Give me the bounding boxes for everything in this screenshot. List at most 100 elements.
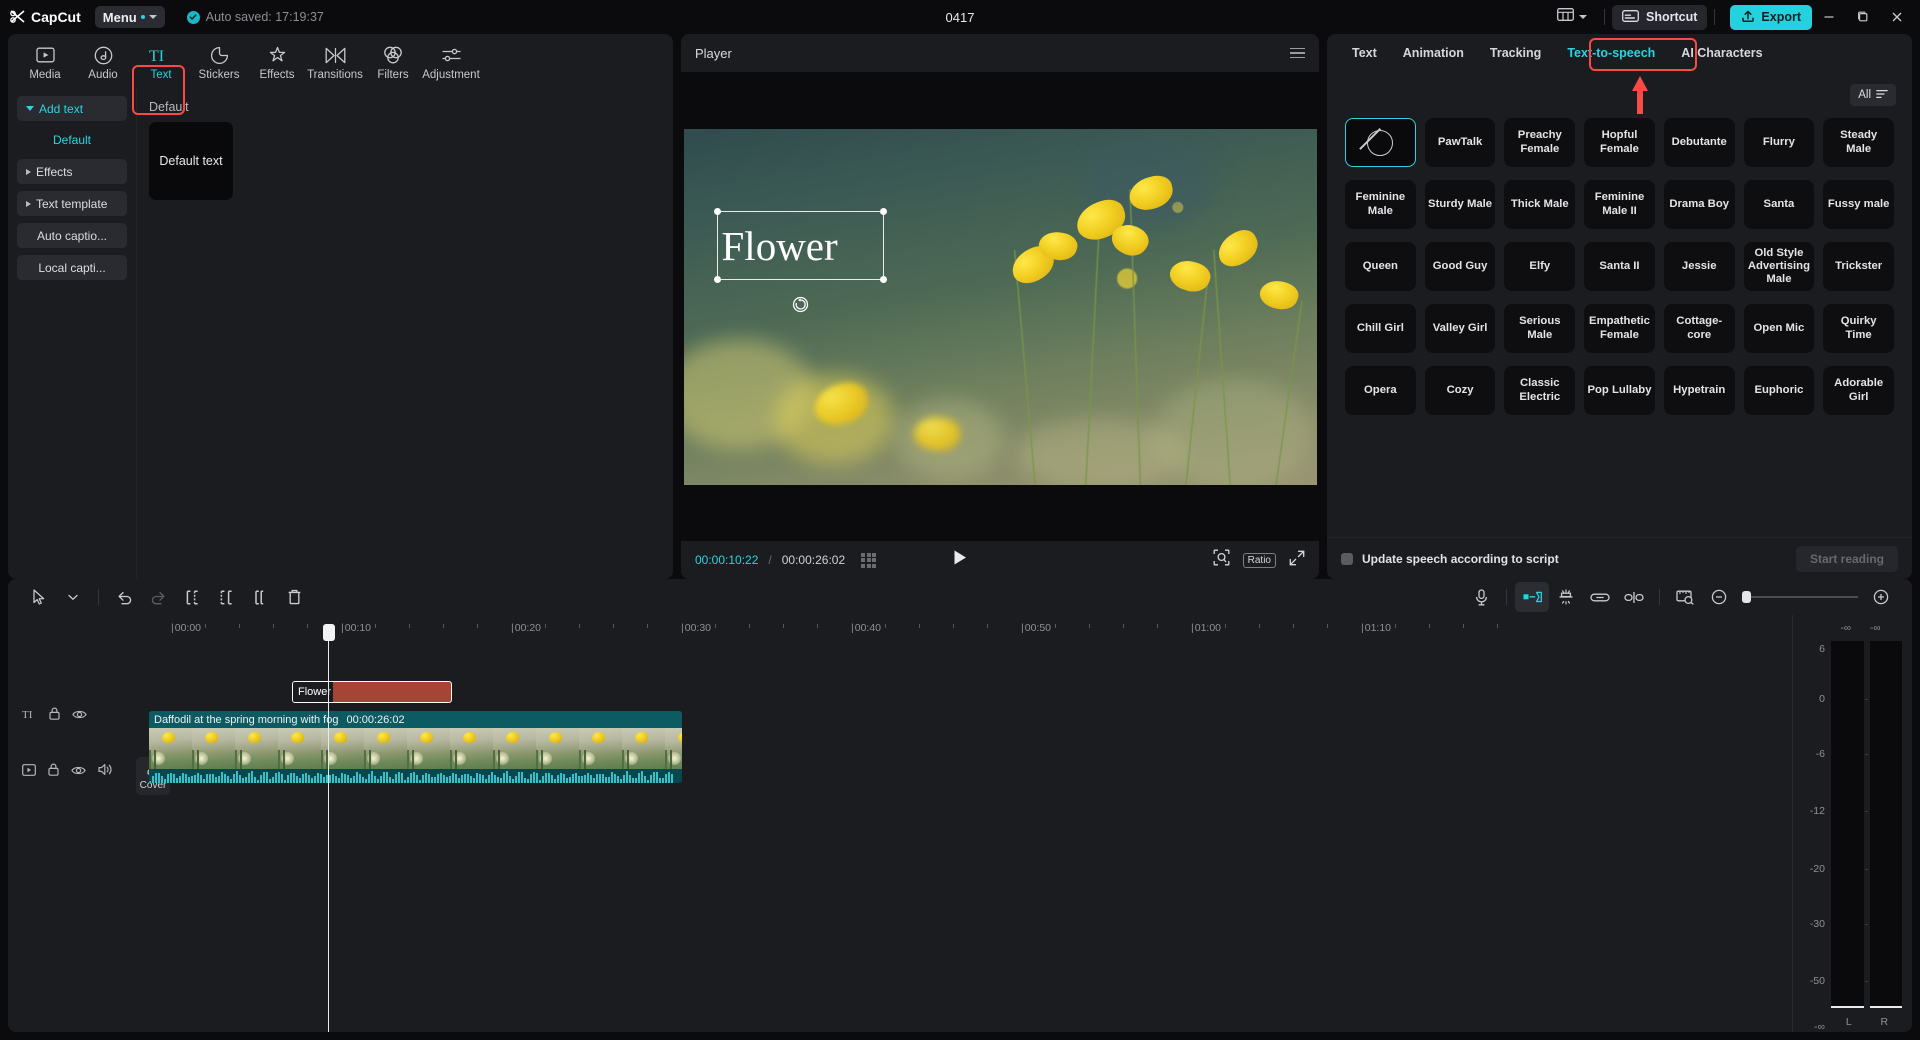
timeline-ruler[interactable]: 00:0000:1000:2000:3000:4000:5001:0001:10	[148, 615, 1792, 641]
grid-view-icon[interactable]	[861, 553, 876, 568]
video-clip-daffodil[interactable]: Daffodil at the spring morning with fog …	[149, 711, 682, 783]
fullscreen-icon[interactable]	[1289, 550, 1305, 571]
voice-cell[interactable]: Pop Lullaby	[1584, 366, 1655, 415]
voice-cell[interactable]: Queen	[1345, 242, 1416, 291]
voice-cell[interactable]: Old Style Advertising Male	[1744, 242, 1815, 291]
export-button[interactable]: Export	[1730, 5, 1812, 30]
shortcut-button[interactable]: Shortcut	[1612, 5, 1707, 30]
voice-cell[interactable]: Sturdy Male	[1425, 180, 1496, 229]
play-button[interactable]	[952, 549, 968, 571]
link-icon[interactable]	[1583, 582, 1617, 612]
voice-cell[interactable]: Drama Boy	[1664, 180, 1735, 229]
tab-text-to-speech[interactable]: Text-to-speech	[1554, 34, 1668, 72]
voice-cell[interactable]: Preachy Female	[1504, 118, 1575, 167]
minimize-button[interactable]	[1812, 0, 1846, 34]
sidebar-item-default[interactable]: Default	[17, 128, 127, 152]
zoom-in-icon[interactable]	[1864, 582, 1898, 612]
voice-cell[interactable]: Empathetic Female	[1584, 304, 1655, 353]
voice-cell[interactable]: PawTalk	[1425, 118, 1496, 167]
all-filter-button[interactable]: All	[1850, 84, 1896, 106]
tab-ai-characters[interactable]: AI Characters	[1668, 34, 1775, 72]
lock-icon[interactable]	[49, 707, 60, 725]
lock-icon[interactable]	[48, 763, 59, 781]
tab-animation[interactable]: Animation	[1390, 34, 1477, 72]
snapshot-icon[interactable]	[1213, 549, 1230, 571]
select-tool-icon[interactable]	[22, 582, 56, 612]
tab-tracking[interactable]: Tracking	[1477, 34, 1554, 72]
voice-cell[interactable]: Flurry	[1744, 118, 1815, 167]
nav-tab-effects[interactable]: Effects	[248, 40, 306, 86]
resize-handle-tl[interactable]	[714, 208, 721, 215]
voice-cell[interactable]: Good Guy	[1425, 242, 1496, 291]
nav-tab-adjustment[interactable]: Adjustment	[422, 40, 480, 86]
layout-button[interactable]	[1547, 4, 1597, 30]
voice-cell-none[interactable]	[1345, 118, 1416, 167]
update-speech-checkbox[interactable]	[1341, 553, 1353, 565]
start-reading-button[interactable]: Start reading	[1796, 546, 1898, 572]
voice-cell[interactable]: Quirky Time	[1823, 304, 1894, 353]
eye-icon[interactable]	[72, 707, 87, 725]
voice-cell[interactable]: Santa	[1744, 180, 1815, 229]
nav-tab-audio[interactable]: Audio	[74, 40, 132, 86]
select-tool-chevron-icon[interactable]	[56, 582, 90, 612]
timeline-zoom-slider[interactable]	[1742, 596, 1858, 598]
hamburger-icon[interactable]	[1290, 48, 1305, 59]
sidebar-item-add-text[interactable]: Add text	[17, 96, 127, 121]
keyframe-icon[interactable]	[1515, 582, 1549, 612]
split-left-icon[interactable]	[175, 582, 209, 612]
voice-cell[interactable]: Hopful Female	[1584, 118, 1655, 167]
resize-handle-bl[interactable]	[714, 276, 721, 283]
resize-handle-br[interactable]	[880, 276, 887, 283]
nav-tab-transitions[interactable]: Transitions	[306, 40, 364, 86]
delete-icon[interactable]	[277, 582, 311, 612]
voice-cell[interactable]: Elfy	[1504, 242, 1575, 291]
unlink-icon[interactable]	[1617, 582, 1651, 612]
sidebar-item-auto-captions[interactable]: Auto captio...	[17, 223, 127, 248]
undo-icon[interactable]	[107, 582, 141, 612]
resize-handle-tr[interactable]	[880, 208, 887, 215]
rotate-handle-icon[interactable]	[792, 296, 809, 313]
voice-cell[interactable]: Chill Girl	[1345, 304, 1416, 353]
maximize-button[interactable]	[1846, 0, 1880, 34]
voice-cell[interactable]: Adorable Girl	[1823, 366, 1894, 415]
voice-cell[interactable]: Fussy male	[1823, 180, 1894, 229]
voice-cell[interactable]: Serious Male	[1504, 304, 1575, 353]
voice-cell[interactable]: Cozy	[1425, 366, 1496, 415]
eye-icon[interactable]	[71, 763, 86, 781]
voice-cell[interactable]: Jessie	[1664, 242, 1735, 291]
sidebar-item-text-template[interactable]: Text template	[17, 191, 127, 216]
microphone-icon[interactable]	[1464, 582, 1498, 612]
nav-tab-media[interactable]: Media	[16, 40, 74, 86]
voice-cell[interactable]: Feminine Male	[1345, 180, 1416, 229]
volume-icon[interactable]	[98, 763, 113, 781]
voice-cell[interactable]: Euphoric	[1744, 366, 1815, 415]
voice-cell[interactable]: Open Mic	[1744, 304, 1815, 353]
preview-ruler-icon[interactable]	[1668, 582, 1702, 612]
voice-cell[interactable]: Trickster	[1823, 242, 1894, 291]
text-selection-box[interactable]	[717, 211, 884, 280]
playhead[interactable]	[328, 641, 329, 1032]
voice-cell[interactable]: Steady Male	[1823, 118, 1894, 167]
mirror-icon[interactable]	[1549, 582, 1583, 612]
sidebar-item-local-captions[interactable]: Local capti...	[17, 255, 127, 280]
sidebar-item-effects[interactable]: Effects	[17, 159, 127, 184]
voice-cell[interactable]: Classic Electric	[1504, 366, 1575, 415]
timeline-scroll-area[interactable]: 00:0000:1000:2000:3000:4000:5001:0001:10…	[148, 615, 1792, 1032]
voice-cell[interactable]: Valley Girl	[1425, 304, 1496, 353]
text-clip-flower[interactable]: Flower	[292, 681, 452, 703]
nav-tab-stickers[interactable]: Stickers	[190, 40, 248, 86]
voice-cell[interactable]: Cottage-core	[1664, 304, 1735, 353]
redo-icon[interactable]	[141, 582, 175, 612]
video-preview[interactable]: Flower	[684, 129, 1317, 485]
menu-button[interactable]: Menu	[95, 6, 165, 28]
split-icon[interactable]	[209, 582, 243, 612]
zoom-slider-knob[interactable]	[1742, 591, 1751, 603]
voice-cell[interactable]: Hypetrain	[1664, 366, 1735, 415]
default-text-card[interactable]: Default text	[149, 122, 233, 200]
playhead-handle[interactable]	[323, 624, 335, 641]
voice-cell[interactable]: Feminine Male II	[1584, 180, 1655, 229]
voice-cell[interactable]: Santa II	[1584, 242, 1655, 291]
tab-text[interactable]: Text	[1339, 34, 1390, 72]
split-right-icon[interactable]	[243, 582, 277, 612]
zoom-out-icon[interactable]	[1702, 582, 1736, 612]
